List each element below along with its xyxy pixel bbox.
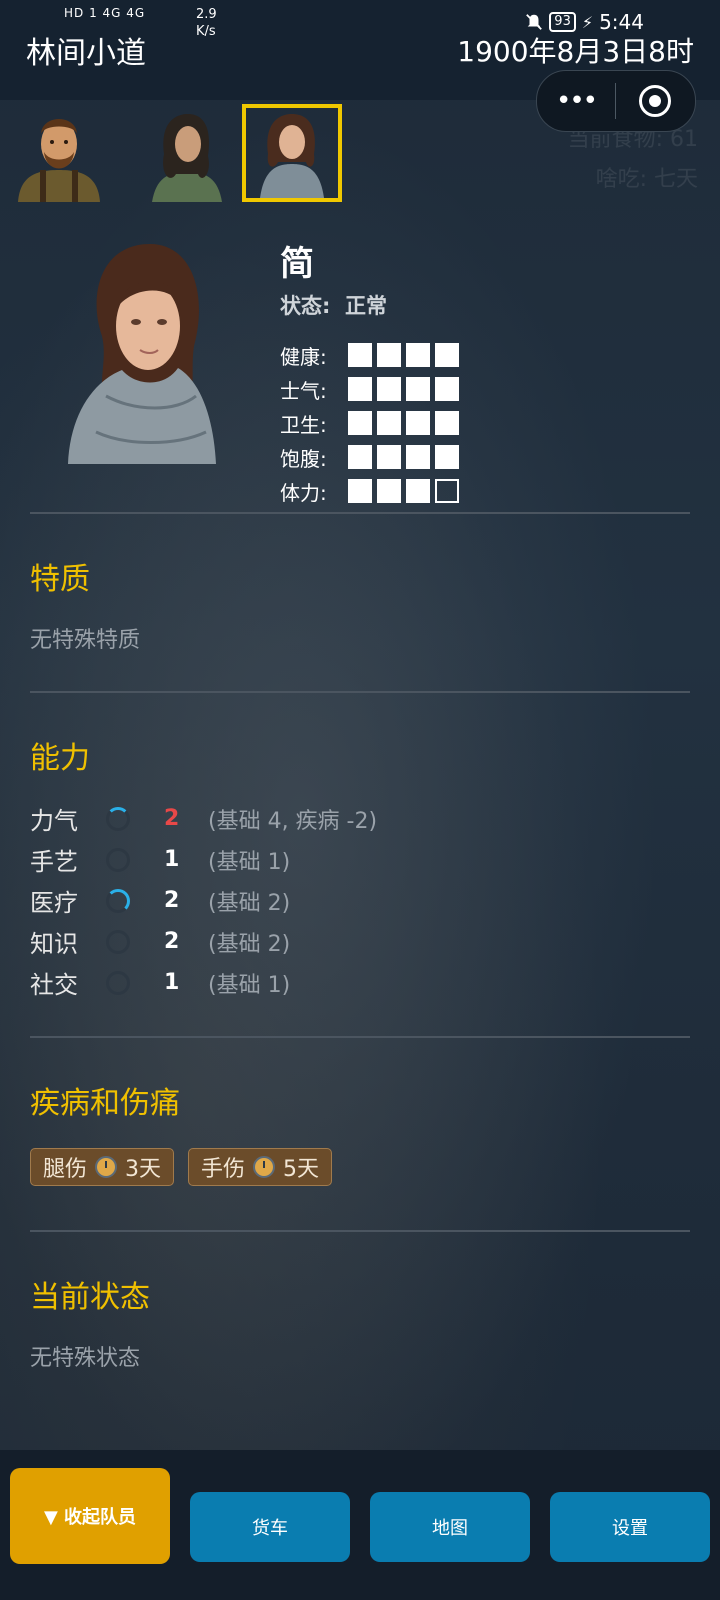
ability-strength: 力气 2 (基础 4, 疾病 -2)	[30, 806, 378, 835]
stat-pip	[377, 377, 401, 401]
section-divider	[30, 1036, 690, 1038]
character-portrait	[68, 244, 216, 464]
stat-hygiene: 卫生:	[280, 406, 459, 440]
injuries-title: 疾病和伤痛	[30, 1086, 180, 1121]
more-menu-button[interactable]: •••	[537, 86, 615, 116]
party-member-dark-haired-woman[interactable]	[142, 104, 232, 202]
ability-craft: 手艺 1 (基础 1)	[30, 847, 291, 876]
party-member-jane-selected[interactable]	[242, 104, 342, 202]
progress-ring-icon	[106, 847, 130, 872]
stat-pip-empty	[435, 479, 459, 503]
progress-ring-icon	[106, 970, 130, 995]
stat-stamina: 体力:	[280, 474, 459, 508]
stat-pip	[348, 479, 372, 503]
stat-pip	[406, 445, 430, 469]
character-state: 状态: 正常	[280, 294, 388, 318]
clock-icon	[253, 1156, 276, 1178]
section-divider	[30, 512, 690, 514]
stat-pip	[435, 445, 459, 469]
map-button[interactable]: 地图	[370, 1492, 530, 1562]
collapse-members-button[interactable]: ▼ 收起队员	[10, 1468, 170, 1564]
traits-text: 无特殊特质	[30, 628, 141, 653]
party-member-bearded-man[interactable]	[14, 104, 104, 202]
stat-pip	[377, 343, 401, 367]
signal-icons: HD 1 4G 4G	[64, 6, 146, 20]
character-name: 简	[280, 244, 314, 284]
stat-pip	[348, 411, 372, 435]
settings-button[interactable]: 设置	[550, 1492, 710, 1562]
stat-pip	[435, 343, 459, 367]
ability-knowledge: 知识 2 (基础 2)	[30, 929, 291, 958]
ability-medical: 医疗 2 (基础 2)	[30, 888, 291, 917]
target-icon	[639, 85, 671, 117]
clock-icon	[95, 1156, 118, 1178]
stat-pip	[348, 343, 372, 367]
stat-pip	[435, 377, 459, 401]
abilities-list: 力气 2 (基础 4, 疾病 -2) 手艺 1 (基础 1) 医疗 2 (基础 …	[30, 798, 377, 1003]
section-divider	[30, 1230, 690, 1232]
stat-pip	[377, 445, 401, 469]
abilities-title: 能力	[30, 741, 90, 776]
injury-list: 腿伤 3天 手伤 5天	[30, 1148, 333, 1186]
injury-chip-leg[interactable]: 腿伤 3天	[30, 1148, 175, 1186]
stat-pip	[348, 377, 372, 401]
charging-icon: ⚡	[581, 12, 594, 32]
section-divider	[30, 691, 690, 693]
stat-pip	[406, 479, 430, 503]
current-status-title: 当前状态	[30, 1280, 150, 1315]
current-status-text: 无特殊状态	[30, 1346, 141, 1371]
progress-ring-icon	[106, 806, 130, 831]
progress-ring-icon	[106, 888, 130, 913]
stat-pip	[406, 343, 430, 367]
stat-morale: 士气:	[280, 372, 459, 406]
progress-ring-icon	[106, 929, 130, 954]
game-time: 1900年8月3日8时	[457, 35, 694, 68]
stat-pip	[377, 479, 401, 503]
miniprogram-capsule: •••	[536, 70, 696, 132]
stat-health: 健康:	[280, 338, 459, 372]
stat-pip	[348, 445, 372, 469]
stat-pip	[406, 377, 430, 401]
stat-pip	[406, 411, 430, 435]
injury-chip-hand[interactable]: 手伤 5天	[188, 1148, 333, 1186]
stat-pip	[435, 411, 459, 435]
traits-title: 特质	[30, 562, 90, 597]
network-speed: 2.9 K/s	[196, 7, 217, 39]
faded-food-info: 当前食物: 61 啥吃: 七天	[567, 127, 698, 192]
close-miniprogram-button[interactable]	[616, 85, 694, 117]
truck-button[interactable]: 货车	[190, 1492, 350, 1562]
page-title: 林间小道	[26, 36, 146, 71]
stat-pip	[377, 411, 401, 435]
ability-social: 社交 1 (基础 1)	[30, 970, 291, 999]
battery-icon: 93	[549, 12, 576, 32]
character-stats: 健康: 士气: 卫生: 饱腹: 体力:	[280, 338, 459, 508]
stat-satiety: 饱腹:	[280, 440, 459, 474]
bell-muted-icon	[526, 14, 543, 30]
